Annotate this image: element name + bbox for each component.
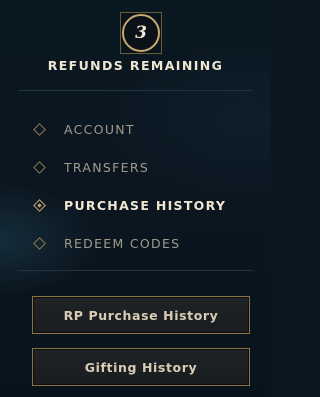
rp-purchase-history-button[interactable]: RP Purchase History bbox=[32, 296, 250, 334]
nav-item-label: REDEEM CODES bbox=[64, 235, 181, 251]
divider bbox=[18, 270, 253, 271]
nav-item-label: TRANSFERS bbox=[64, 159, 150, 175]
refunds-counter-badge: 3 bbox=[120, 12, 162, 54]
refunds-count: 3 bbox=[135, 22, 147, 43]
gifting-history-button[interactable]: Gifting History bbox=[32, 348, 250, 386]
nav-item-label: ACCOUNT bbox=[64, 121, 135, 137]
nav-item-redeem-codes[interactable]: REDEEM CODES bbox=[32, 224, 226, 262]
diamond-icon bbox=[33, 122, 46, 136]
diamond-icon bbox=[33, 160, 46, 174]
nav-item-account[interactable]: ACCOUNT bbox=[32, 110, 226, 148]
nav-item-purchase-history[interactable]: PURCHASE HISTORY bbox=[32, 186, 226, 224]
store-nav: ACCOUNT TRANSFERS PURCHASE HISTORY REDEE… bbox=[32, 110, 226, 262]
diamond-icon bbox=[33, 236, 46, 250]
nav-item-label: PURCHASE HISTORY bbox=[64, 197, 227, 213]
nav-item-transfers[interactable]: TRANSFERS bbox=[32, 148, 226, 186]
divider bbox=[18, 90, 253, 91]
refunds-remaining-label: REFUNDS REMAINING bbox=[47, 58, 224, 73]
badge-ring: 3 bbox=[122, 14, 160, 52]
diamond-active-icon bbox=[33, 198, 46, 212]
